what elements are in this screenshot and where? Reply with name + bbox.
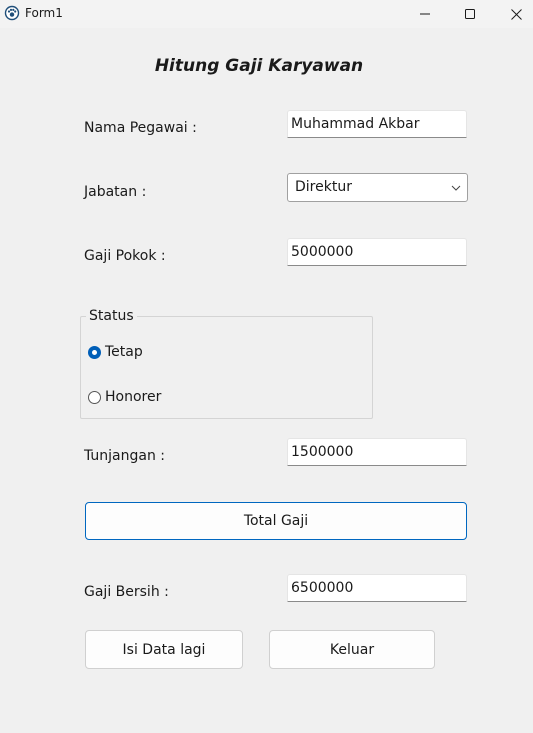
radio-honorer[interactable]: Honorer [88,389,161,405]
radio-honorer-indicator[interactable] [88,390,101,404]
status-group-caption: Status [86,308,137,324]
gaji-pokok-label: Gaji Pokok : [84,248,166,264]
title-bar: Form1 [0,0,533,28]
radio-tetap-label: Tetap [105,344,143,360]
close-icon [510,8,522,20]
jabatan-label: Jabatan : [84,184,147,200]
minimize-icon [420,13,430,15]
gaji-bersih-label: Gaji Bersih : [84,584,169,600]
gaji-pokok-input[interactable] [287,238,467,266]
jabatan-combobox[interactable]: Direktur [287,173,468,202]
app-icon [4,5,20,21]
tunjangan-label: Tunjangan : [84,448,166,464]
nama-pegawai-label: Nama Pegawai : [84,120,197,136]
radio-tetap-indicator[interactable] [88,345,101,359]
total-gaji-button[interactable]: Total Gaji [85,502,467,540]
gaji-bersih-input[interactable] [287,574,467,602]
form-heading: Hitung Gaji Karyawan [154,56,364,76]
isi-data-lagi-button[interactable]: Isi Data lagi [85,630,243,669]
nama-pegawai-input[interactable] [287,110,467,138]
jabatan-selected-value: Direktur [295,179,352,195]
tunjangan-input[interactable] [287,438,467,466]
chevron-down-icon [451,185,461,191]
maximize-button[interactable] [447,0,493,28]
radio-tetap[interactable]: Tetap [88,344,143,360]
window-title: Form1 [25,6,63,20]
minimize-button[interactable] [402,0,448,28]
keluar-button[interactable]: Keluar [269,630,435,669]
radio-honorer-label: Honorer [105,389,162,405]
maximize-icon [465,9,475,19]
close-button[interactable] [493,0,533,28]
